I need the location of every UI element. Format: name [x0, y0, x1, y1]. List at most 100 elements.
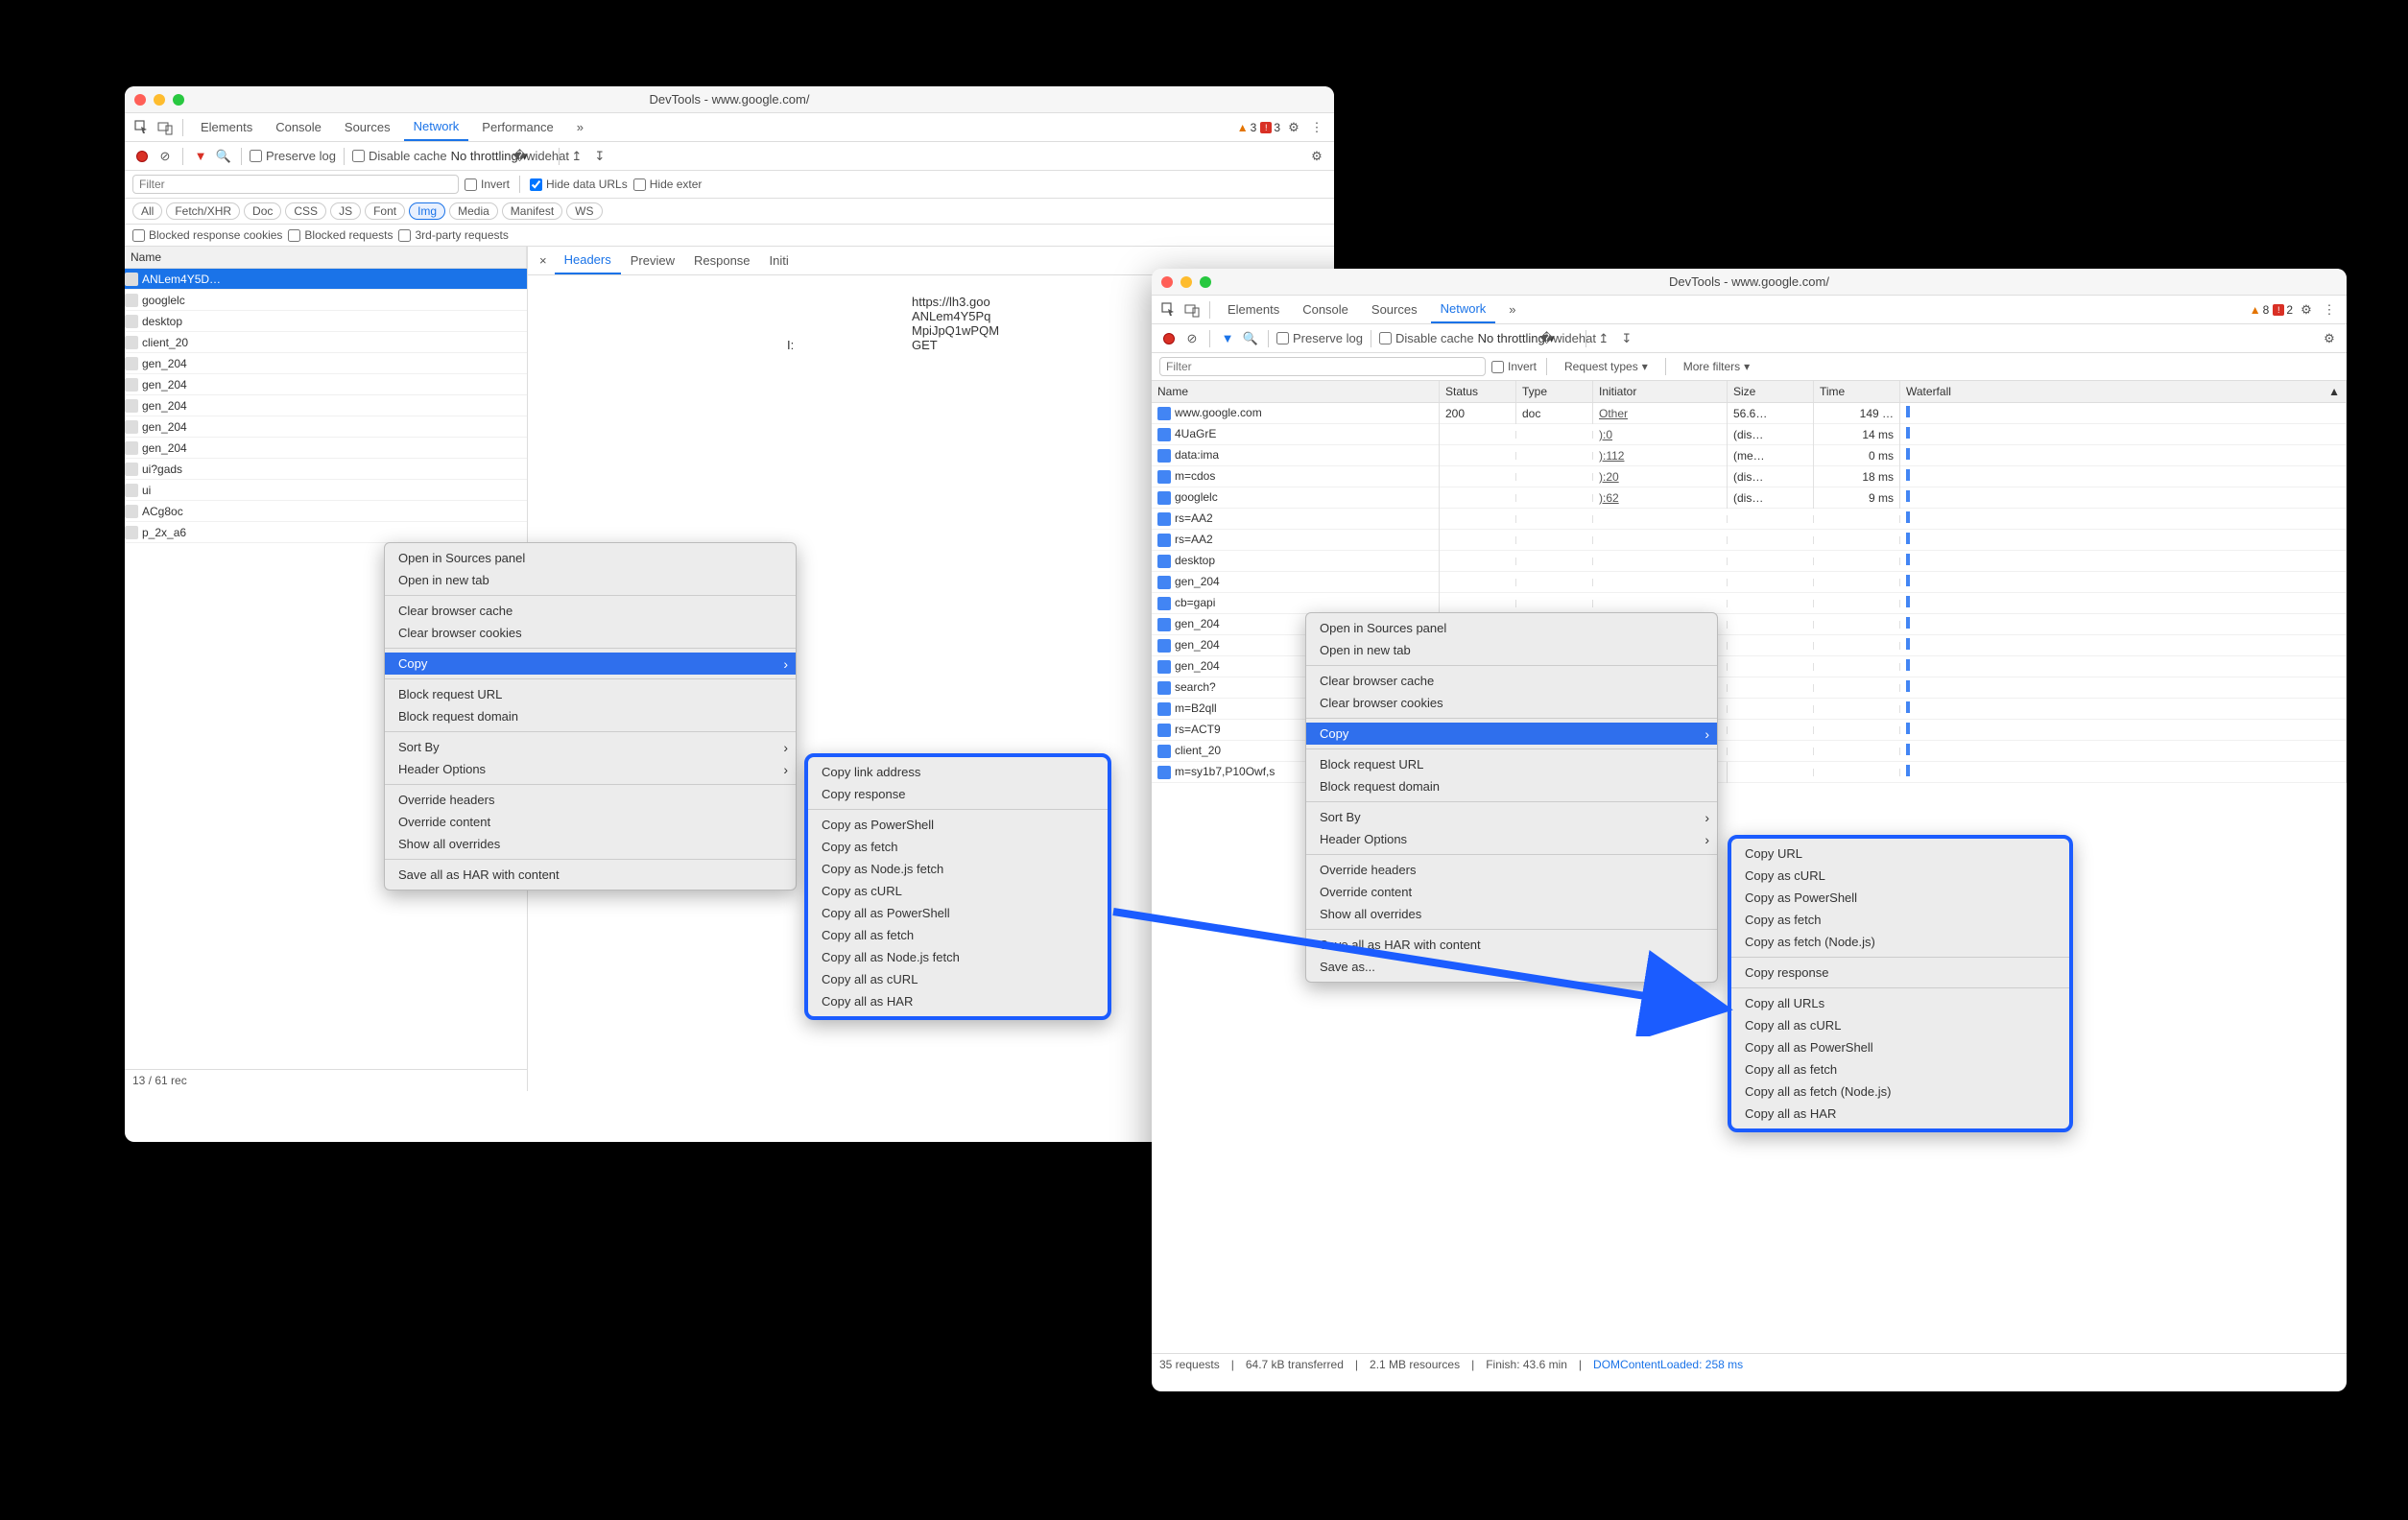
request-row[interactable]: rs=AA2: [1152, 530, 2347, 551]
copy-as-fetch[interactable]: Copy as fetch: [808, 836, 1108, 858]
tab-network[interactable]: Network: [404, 113, 469, 141]
third-party-checkbox[interactable]: 3rd-party requests: [398, 228, 508, 242]
ctx-block-domain[interactable]: Block request domain: [385, 705, 796, 727]
col-initiator[interactable]: Initiator: [1593, 381, 1728, 402]
filter-input[interactable]: [1159, 357, 1486, 376]
settings-gear-icon[interactable]: ⚙: [2297, 300, 2316, 320]
ctx-show-overrides[interactable]: Show all overrides: [1306, 903, 1717, 925]
copy-all-as-curl[interactable]: Copy all as cURL: [1731, 1014, 2069, 1036]
tab-initiator[interactable]: Initi: [760, 248, 799, 273]
copy-all-as-fetch-nodejs[interactable]: Copy all as fetch (Node.js): [1731, 1081, 2069, 1103]
tab-console[interactable]: Console: [1293, 297, 1358, 322]
ctx-show-overrides[interactable]: Show all overrides: [385, 833, 796, 855]
errors-badge[interactable]: !3: [1260, 121, 1280, 134]
request-row[interactable]: cb=gapi: [1152, 593, 2347, 614]
col-size[interactable]: Size: [1728, 381, 1814, 402]
filter-input[interactable]: [132, 175, 459, 194]
chip-ws[interactable]: WS: [566, 202, 602, 220]
request-row[interactable]: ui?gads: [125, 459, 527, 480]
ctx-save-har[interactable]: Save all as HAR with content: [1306, 934, 1717, 956]
ctx-block-domain[interactable]: Block request domain: [1306, 775, 1717, 797]
ctx-open-new-tab[interactable]: Open in new tab: [385, 569, 796, 591]
copy-all-as-har[interactable]: Copy all as HAR: [1731, 1103, 2069, 1125]
request-row[interactable]: rs=AA2: [1152, 509, 2347, 530]
preserve-log-checkbox[interactable]: Preserve log: [250, 149, 336, 163]
more-tabs[interactable]: »: [1499, 297, 1525, 322]
search-icon[interactable]: 🔍: [214, 147, 233, 166]
chip-fetch[interactable]: Fetch/XHR: [166, 202, 240, 220]
warnings-badge[interactable]: ▲3: [1237, 121, 1257, 134]
more-menu-icon[interactable]: ⋮: [1307, 118, 1326, 137]
ctx-save-har[interactable]: Save all as HAR with content: [385, 864, 796, 886]
disable-cache-checkbox[interactable]: Disable cache: [352, 149, 447, 163]
ctx-block-url[interactable]: Block request URL: [385, 683, 796, 705]
preserve-log-checkbox[interactable]: Preserve log: [1276, 331, 1363, 345]
copy-response[interactable]: Copy response: [1731, 962, 2069, 984]
chip-css[interactable]: CSS: [285, 202, 326, 220]
more-tabs[interactable]: »: [567, 114, 593, 140]
search-icon[interactable]: 🔍: [1241, 329, 1260, 348]
col-waterfall[interactable]: Waterfall▲: [1900, 381, 2347, 402]
copy-link-address[interactable]: Copy link address: [808, 761, 1108, 783]
network-settings-icon[interactable]: ⚙: [1307, 147, 1326, 166]
ctx-override-content[interactable]: Override content: [1306, 881, 1717, 903]
tab-sources[interactable]: Sources: [335, 114, 400, 140]
device-toolbar-icon[interactable]: [155, 118, 175, 137]
hide-extensions-checkbox[interactable]: Hide exter: [633, 178, 703, 191]
more-menu-icon[interactable]: ⋮: [2320, 300, 2339, 320]
request-row[interactable]: gen_204: [125, 353, 527, 374]
request-row[interactable]: gen_204: [125, 374, 527, 395]
request-row[interactable]: gen_204: [125, 416, 527, 438]
chip-doc[interactable]: Doc: [244, 202, 281, 220]
request-row[interactable]: googlelc: [125, 290, 527, 311]
request-row[interactable]: ui: [125, 480, 527, 501]
copy-as-powershell[interactable]: Copy as PowerShell: [808, 814, 1108, 836]
device-toolbar-icon[interactable]: [1182, 300, 1202, 320]
record-icon[interactable]: [1159, 329, 1179, 348]
upload-icon[interactable]: ↥: [1594, 329, 1613, 348]
copy-response[interactable]: Copy response: [808, 783, 1108, 805]
tab-network[interactable]: Network: [1431, 296, 1496, 323]
inspect-icon[interactable]: [132, 118, 152, 137]
copy-submenu-right[interactable]: Copy URL Copy as cURL Copy as PowerShell…: [1728, 835, 2073, 1132]
record-icon[interactable]: [132, 147, 152, 166]
ctx-sort-by[interactable]: Sort By: [1306, 806, 1717, 828]
clear-icon[interactable]: ⊘: [155, 147, 175, 166]
copy-all-as-nodejs-fetch[interactable]: Copy all as Node.js fetch: [808, 946, 1108, 968]
tab-console[interactable]: Console: [266, 114, 331, 140]
request-row[interactable]: desktop: [125, 311, 527, 332]
download-icon[interactable]: ↧: [590, 147, 609, 166]
filter-icon[interactable]: ▼: [1218, 329, 1237, 348]
filter-icon[interactable]: ▼: [191, 147, 210, 166]
chip-media[interactable]: Media: [449, 202, 498, 220]
ctx-override-headers[interactable]: Override headers: [385, 789, 796, 811]
tab-preview[interactable]: Preview: [621, 248, 684, 273]
copy-as-fetch-nodejs[interactable]: Copy as fetch (Node.js): [1731, 931, 2069, 953]
tab-elements[interactable]: Elements: [191, 114, 262, 140]
request-row[interactable]: ACg8oc: [125, 501, 527, 522]
request-row[interactable]: www.google.com200docOther56.6…149 …: [1152, 403, 2347, 424]
upload-icon[interactable]: ↥: [567, 147, 586, 166]
ctx-override-content[interactable]: Override content: [385, 811, 796, 833]
col-name[interactable]: Name: [1152, 381, 1440, 402]
network-conditions-icon[interactable]: �widehat: [532, 147, 551, 166]
blocked-cookies-checkbox[interactable]: Blocked response cookies: [132, 228, 282, 242]
inspect-icon[interactable]: [1159, 300, 1179, 320]
chip-js[interactable]: JS: [330, 202, 361, 220]
request-row[interactable]: gen_204: [1152, 572, 2347, 593]
request-row[interactable]: client_20: [125, 332, 527, 353]
request-row[interactable]: p_2x_a6: [125, 522, 527, 543]
request-row[interactable]: m=cdos):20(dis…18 ms: [1152, 466, 2347, 487]
request-row[interactable]: 4UaGrE):0(dis…14 ms: [1152, 424, 2347, 445]
chip-manifest[interactable]: Manifest: [502, 202, 562, 220]
copy-as-curl[interactable]: Copy as cURL: [808, 880, 1108, 902]
ctx-copy[interactable]: Copy: [1306, 723, 1717, 745]
invert-checkbox[interactable]: Invert: [1491, 360, 1537, 373]
hide-data-urls-checkbox[interactable]: Hide data URLs: [530, 178, 628, 191]
warnings-badge[interactable]: ▲8: [2250, 303, 2270, 317]
invert-checkbox[interactable]: Invert: [465, 178, 510, 191]
disable-cache-checkbox[interactable]: Disable cache: [1379, 331, 1474, 345]
blocked-requests-checkbox[interactable]: Blocked requests: [288, 228, 393, 242]
ctx-copy[interactable]: Copy: [385, 653, 796, 675]
request-row[interactable]: data:ima):112(me…0 ms: [1152, 445, 2347, 466]
